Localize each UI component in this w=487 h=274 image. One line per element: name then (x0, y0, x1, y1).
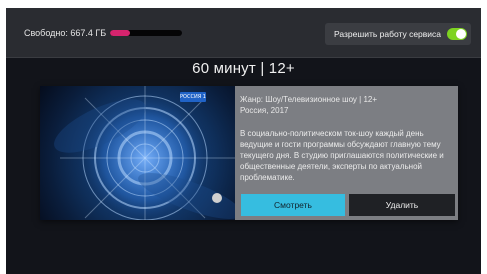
delete-button[interactable]: Удалить (349, 194, 455, 216)
program-info: Жанр: Шоу/Телевизионное шоу | 12+ Россия… (240, 94, 452, 183)
thumbnail-artwork (54, 86, 235, 220)
service-toggle-switch[interactable] (447, 28, 467, 40)
allow-service-label: Разрешить работу сервиса (334, 29, 442, 39)
top-bar: Свободно: 667.4 ГБ Разрешить работу серв… (6, 8, 481, 58)
country-year-line: Россия, 2017 (240, 106, 289, 115)
app-screen: Свободно: 667.4 ГБ Разрешить работу серв… (6, 8, 481, 274)
genre-rating-line: Жанр: Шоу/Телевизионное шоу | 12+ (240, 95, 378, 104)
program-thumbnail: РОССИЯ 1 (40, 86, 235, 220)
recording-card: РОССИЯ 1 Жанр: Шоу/Телевизионное шоу | 1… (40, 86, 458, 220)
free-space-label: Свободно: 667.4 ГБ (24, 28, 107, 38)
allow-service-button[interactable]: Разрешить работу сервиса (325, 23, 471, 45)
page-title: 60 минут | 12+ (192, 60, 295, 77)
channel-logo: РОССИЯ 1 (180, 92, 206, 102)
toggle-knob (456, 29, 466, 39)
storage-usage-bar (110, 30, 182, 36)
storage-usage-fill (110, 30, 131, 36)
watch-button[interactable]: Смотреть (241, 194, 345, 216)
watermark-icon (212, 193, 222, 203)
program-description: В социально-политическом ток-шоу каждый … (240, 129, 444, 182)
